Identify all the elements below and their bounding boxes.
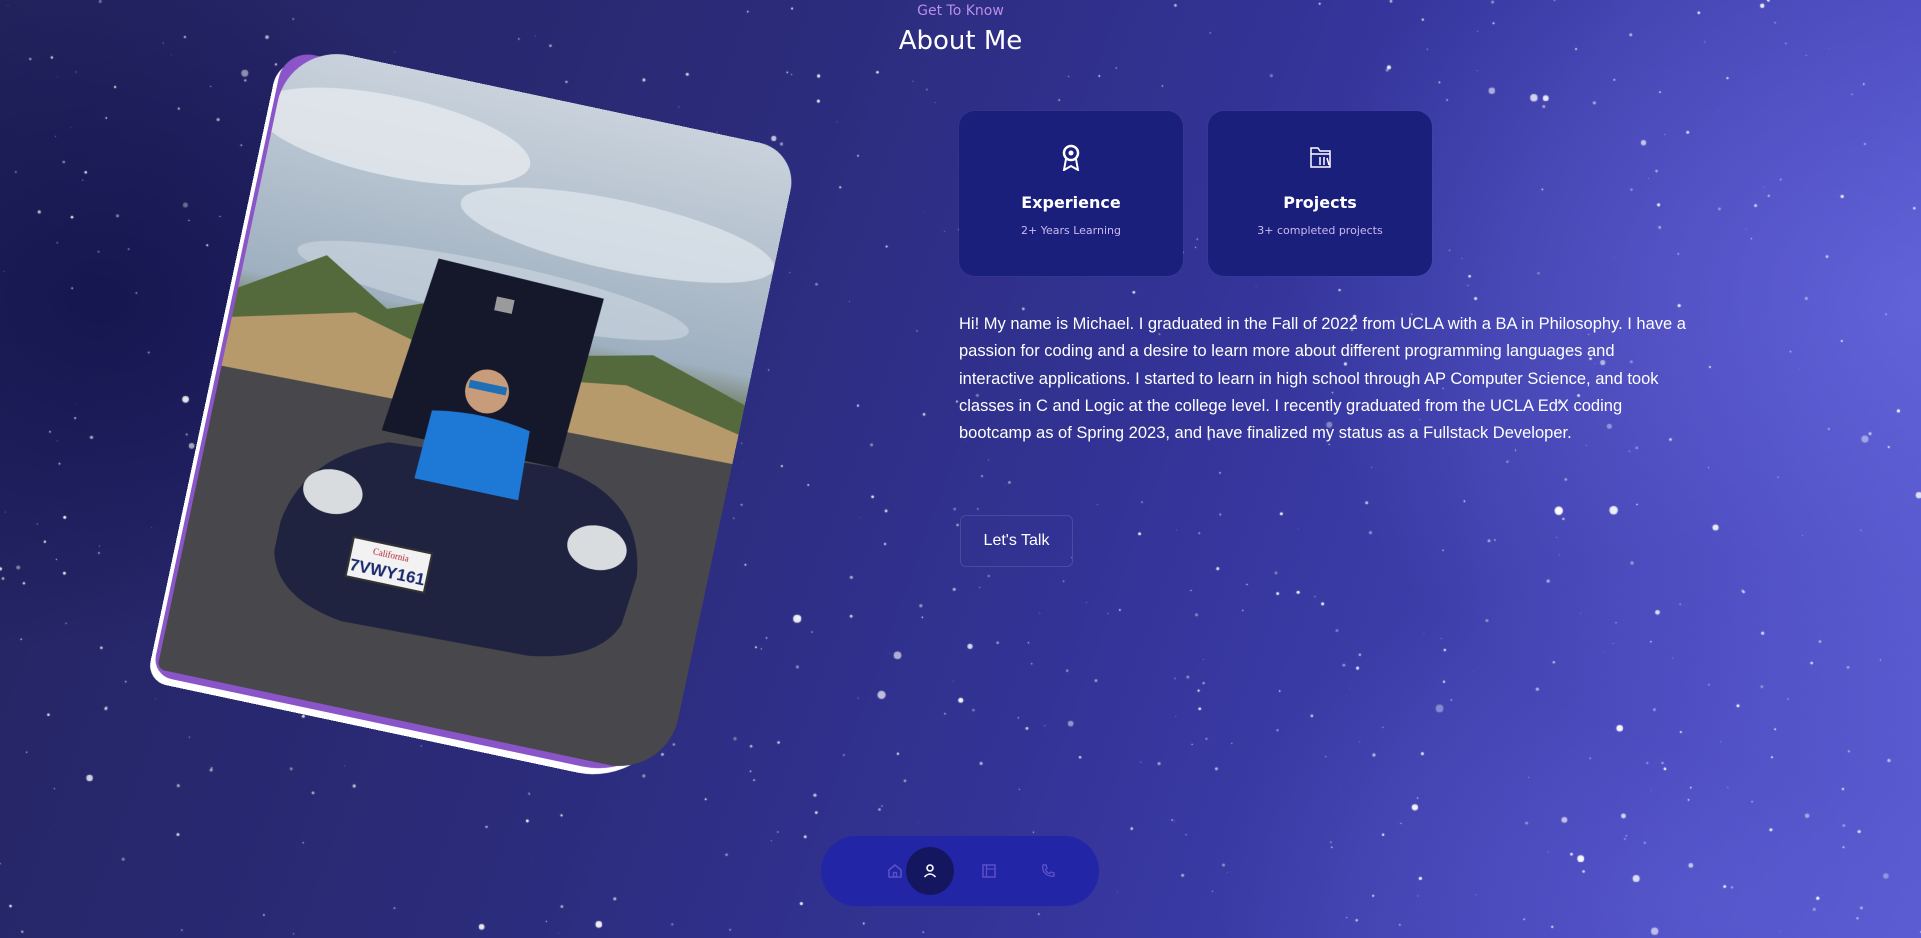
phone-icon [1041, 864, 1055, 877]
profile-photo-illustration: California 7VWY161 [157, 87, 775, 778]
experience-card: Experience 2+ Years Learning [959, 111, 1183, 276]
projects-card-title: Projects [1283, 193, 1357, 212]
nav-contact-link[interactable] [1024, 847, 1072, 895]
experience-card-subtitle: 2+ Years Learning [1021, 224, 1121, 237]
award-icon [959, 143, 1183, 172]
profile-photo-stack: California 7VWY161 [146, 42, 799, 790]
lets-talk-button[interactable]: Let's Talk [960, 515, 1073, 567]
projects-card: Projects 3+ completed projects [1208, 111, 1432, 276]
bottom-nav [821, 836, 1099, 906]
bio-paragraph: Hi! My name is Michael. I graduated in t… [959, 315, 1686, 443]
profile-photo: California 7VWY161 [157, 42, 799, 778]
home-icon [888, 863, 902, 878]
book-icon [982, 864, 996, 878]
section-subtitle: Get To Know [917, 3, 1004, 19]
projects-card-subtitle: 3+ completed projects [1257, 224, 1383, 237]
folder-icon [1208, 143, 1432, 171]
experience-card-title: Experience [1021, 193, 1121, 212]
user-icon [923, 864, 937, 878]
nav-about-link[interactable] [906, 847, 954, 895]
nav-projects-link[interactable] [965, 847, 1013, 895]
